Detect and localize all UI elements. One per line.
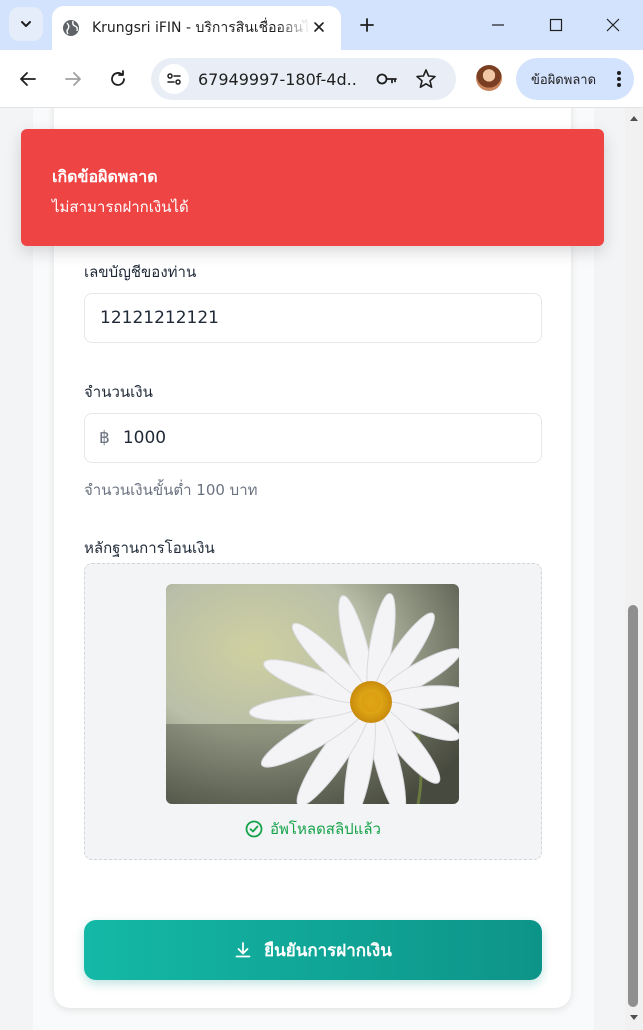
reload-icon [111, 70, 125, 86]
key-icon [376, 73, 397, 85]
close-icon [314, 22, 324, 32]
scrollbar-thumb[interactable] [628, 605, 638, 1007]
minimize-icon [492, 24, 504, 26]
slip-preview-image [166, 584, 459, 804]
slip-upload-zone[interactable]: อัพโหลดสลิปแล้ว [84, 563, 542, 860]
toast-title: เกิดข้อผิดพลาด [52, 167, 158, 186]
chevron-down-icon [21, 21, 31, 27]
maximize-button[interactable] [541, 10, 571, 40]
browser-toolbar: 67949997-180f-4d... ข้อผิดพลาด [0, 50, 643, 108]
back-icon [20, 72, 36, 86]
profile-label: ข้อผิดพลาด [531, 72, 597, 88]
globe-icon [63, 20, 79, 36]
maximize-icon [549, 18, 563, 32]
minimize-button[interactable] [483, 10, 513, 40]
avatar[interactable] [476, 65, 502, 91]
account-number-input[interactable]: 12121212121 [84, 293, 542, 343]
upload-status: อัพโหลดสลิปแล้ว [85, 817, 541, 841]
tab-strip: Krungsri iFIN - บริการสินเชื่อออนไลน์ [0, 0, 643, 50]
account-number-value: 12121212121 [100, 308, 219, 328]
error-toast[interactable]: เกิดข้อผิดพลาด ไม่สามารถฝากเงินได้ [21, 129, 604, 246]
site-info-button[interactable] [159, 64, 189, 94]
scroll-up-arrow-icon[interactable] [629, 114, 639, 122]
forward-icon [65, 72, 81, 86]
confirm-deposit-label: ยืนยันการฝากเงิน [264, 940, 392, 960]
check-circle-icon [245, 820, 263, 838]
url-text[interactable]: 67949997-180f-4d... [198, 70, 358, 89]
upload-status-text: อัพโหลดสลิปแล้ว [270, 820, 381, 838]
reload-button[interactable] [103, 64, 133, 94]
browser-tab-active[interactable]: Krungsri iFIN - บริการสินเชื่อออนไลน์ [52, 6, 341, 50]
back-button[interactable] [13, 64, 43, 94]
kebab-menu-icon[interactable] [616, 70, 622, 88]
amount-label: จำนวนเงิน [84, 383, 153, 401]
profile-button[interactable]: ข้อผิดพลาด [516, 58, 634, 100]
new-tab-button[interactable] [354, 12, 380, 38]
confirm-deposit-button[interactable]: ยืนยันการฝากเงิน [84, 920, 542, 980]
tab-search-button[interactable] [9, 7, 43, 41]
site-info-icon [167, 73, 181, 85]
account-label: เลขบัญชีของท่าน [84, 263, 197, 281]
amount-hint: จำนวนเงินขั้นต่ำ 100 บาท [84, 481, 258, 499]
scroll-down-arrow-icon[interactable] [629, 1014, 639, 1022]
baht-currency-symbol: ฿ [99, 428, 110, 448]
plus-icon [360, 18, 374, 32]
download-icon [235, 942, 251, 958]
slip-label: หลักฐานการโอนเงิน [84, 539, 215, 557]
tab-title: Krungsri iFIN - บริการสินเชื่อออนไลน์ [92, 20, 310, 36]
tab-close-button[interactable] [309, 17, 329, 37]
amount-input[interactable]: ฿ 1000 [84, 413, 542, 463]
vertical-scrollbar[interactable] [625, 108, 643, 1030]
star-icon [416, 69, 436, 88]
forward-button[interactable] [58, 64, 88, 94]
address-bar[interactable]: 67949997-180f-4d... [151, 58, 456, 100]
amount-value: 1000 [122, 428, 167, 448]
close-window-button[interactable] [598, 10, 628, 40]
page-viewport: เลขบัญชีของท่าน 12121212121 จำนวนเงิน ฿ … [0, 108, 643, 1030]
bookmark-button[interactable] [415, 68, 437, 94]
password-key-button[interactable] [375, 69, 399, 93]
toast-message: ไม่สามารถฝากเงินได้ [52, 198, 189, 216]
close-icon [606, 18, 620, 32]
